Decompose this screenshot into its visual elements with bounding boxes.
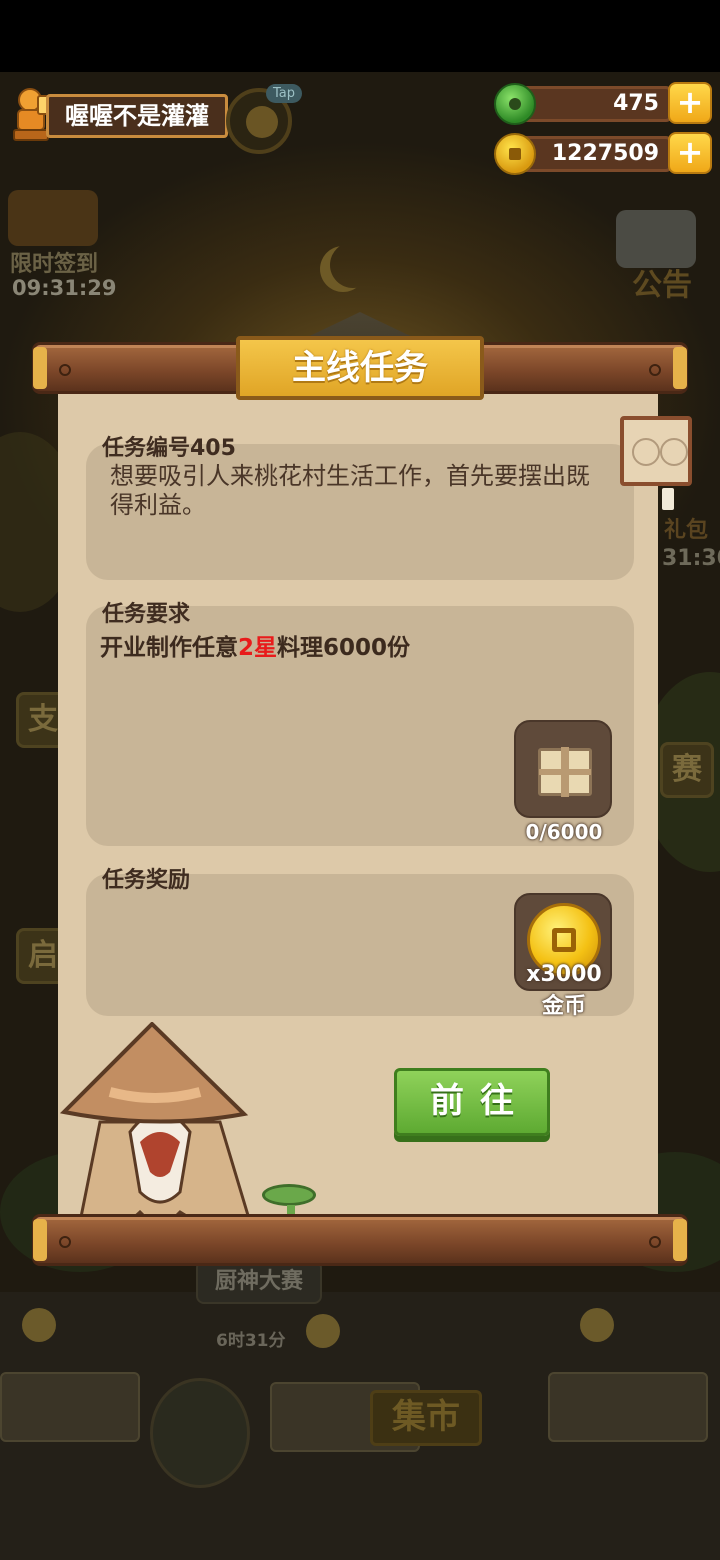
scroll-bottom-rod bbox=[32, 1214, 688, 1266]
rod-nail bbox=[649, 364, 661, 376]
requirement-heading: 任务要求 bbox=[102, 602, 191, 627]
jade-counter: 475 bbox=[514, 86, 672, 122]
go-button[interactable]: 前往 bbox=[394, 1068, 550, 1136]
cook-contest-label[interactable]: 厨神大赛 bbox=[196, 1260, 322, 1304]
rod-nail bbox=[59, 1236, 71, 1248]
player-info[interactable]: 喔喔不是灌灌 bbox=[8, 86, 228, 146]
jade-bowl-decoration bbox=[262, 1184, 316, 1215]
gift-pack-timer: 31:30 bbox=[662, 546, 720, 571]
task-description: 想要吸引人来桃花村生活工作，首先要摆出既得利益。 bbox=[110, 462, 590, 519]
lantern-decoration bbox=[306, 1314, 340, 1348]
coin-icon bbox=[494, 133, 536, 175]
mascot-face-icon bbox=[246, 106, 278, 138]
add-coins-button[interactable]: + bbox=[668, 132, 712, 174]
signin-title: 限时签到 bbox=[10, 252, 99, 277]
player-name: 喔喔不是灌灌 bbox=[46, 94, 228, 138]
requirement-item-slot[interactable] bbox=[514, 720, 612, 818]
scroll-item-icon bbox=[538, 747, 592, 797]
limited-signin-widget[interactable]: 限时签到 09:31:29 bbox=[8, 190, 116, 310]
requirement-star-level: 2星 bbox=[238, 635, 278, 661]
lantern-decoration bbox=[22, 1308, 56, 1342]
reward-quantity: x3000 bbox=[526, 962, 602, 987]
hanging-tag-decoration bbox=[662, 488, 674, 510]
rod-cap bbox=[33, 347, 47, 389]
announcement-title: 公告 bbox=[632, 268, 692, 303]
tap-badge: Tap bbox=[266, 84, 303, 103]
gift-pack-label: 礼包 bbox=[664, 518, 709, 543]
add-jade-button[interactable]: + bbox=[668, 82, 712, 124]
rod-cap bbox=[33, 1219, 47, 1261]
rod-cap bbox=[673, 1219, 687, 1261]
reward-name: 金币 bbox=[541, 994, 586, 1019]
hanging-sign-decoration bbox=[620, 416, 692, 486]
market-stall bbox=[548, 1372, 708, 1442]
market-stall bbox=[0, 1372, 140, 1442]
rod-nail bbox=[649, 1236, 661, 1248]
jade-icon bbox=[494, 83, 536, 125]
rod-nail bbox=[59, 364, 71, 376]
signin-gift-icon bbox=[8, 190, 98, 246]
modal-title: 主线任务 bbox=[236, 336, 484, 400]
requirement-suffix: 料理6000份 bbox=[277, 635, 411, 661]
task-number-label: 任务编号405 bbox=[102, 436, 236, 461]
lantern-decoration bbox=[580, 1308, 614, 1342]
signin-timer: 09:31:29 bbox=[12, 276, 117, 300]
rod-cap bbox=[673, 347, 687, 389]
requirement-prefix: 开业制作任意 bbox=[100, 635, 238, 661]
moon-decoration bbox=[330, 242, 376, 288]
reward-heading: 任务奖励 bbox=[102, 868, 191, 893]
announcement-widget[interactable]: 公告 bbox=[616, 210, 712, 306]
market-button[interactable]: 集市 bbox=[370, 1390, 482, 1446]
tap-mascot-button[interactable]: Tap bbox=[226, 84, 303, 154]
side-button-right-1[interactable]: 赛 bbox=[660, 742, 714, 798]
cook-contest-timer: 6时31分 bbox=[216, 1331, 286, 1351]
coin-counter: 1227509 bbox=[514, 136, 672, 172]
requirement-text: 开业制作任意2星料理6000份 bbox=[100, 628, 410, 662]
background-character bbox=[150, 1378, 250, 1488]
requirement-progress: 0/6000 bbox=[525, 820, 603, 844]
